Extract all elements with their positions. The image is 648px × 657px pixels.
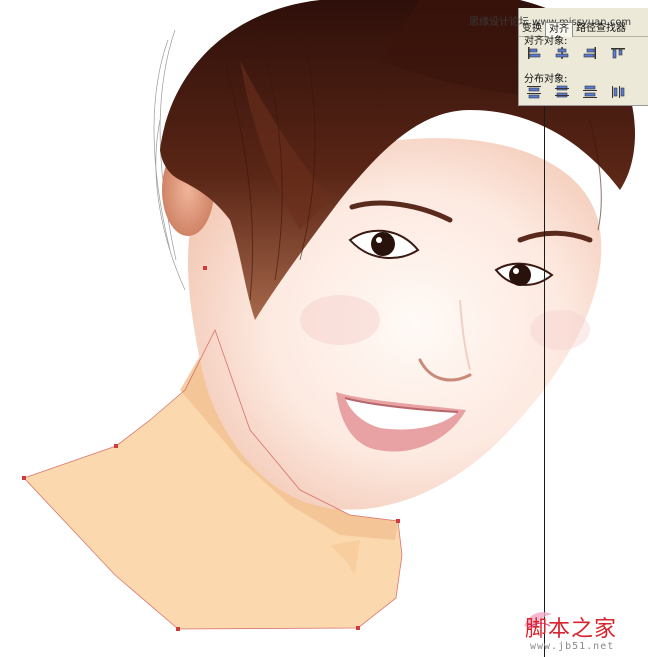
distribute-top-icon <box>527 86 541 99</box>
distribute-objects-label: 分布对象: <box>524 74 568 85</box>
distribute-left-icon <box>612 86 625 98</box>
distribute-top-button[interactable] <box>523 84 545 100</box>
distribute-buttons-row <box>523 84 629 100</box>
align-right-icon <box>583 47 596 59</box>
align-left-button[interactable] <box>523 45 545 61</box>
align-right-button[interactable] <box>579 45 601 61</box>
distribute-bottom-button[interactable] <box>579 84 601 100</box>
tab-pathfinder[interactable]: 路径查找器 <box>573 22 629 36</box>
align-panel: 思缘设计论坛 www.missyuan.com 变换 对齐 路径查找器 对齐对象… <box>469 8 648 106</box>
align-top-button[interactable] <box>607 45 629 61</box>
align-horizontal-center-button[interactable] <box>551 45 573 61</box>
distribute-left-button[interactable] <box>607 84 629 100</box>
vertical-guide-line[interactable] <box>544 100 545 657</box>
watermark-url: www.jb51.net <box>530 641 615 652</box>
watermark-text: 脚本之家 <box>525 617 618 642</box>
align-horizontal-center-icon <box>555 47 569 59</box>
distribute-vertical-center-icon <box>555 85 569 98</box>
align-buttons-row <box>523 45 629 61</box>
distribute-bottom-icon <box>583 85 597 98</box>
align-left-icon <box>528 47 541 59</box>
align-top-icon <box>611 48 625 59</box>
distribute-vertical-center-button[interactable] <box>551 84 573 100</box>
anchor-point[interactable] <box>203 266 207 270</box>
